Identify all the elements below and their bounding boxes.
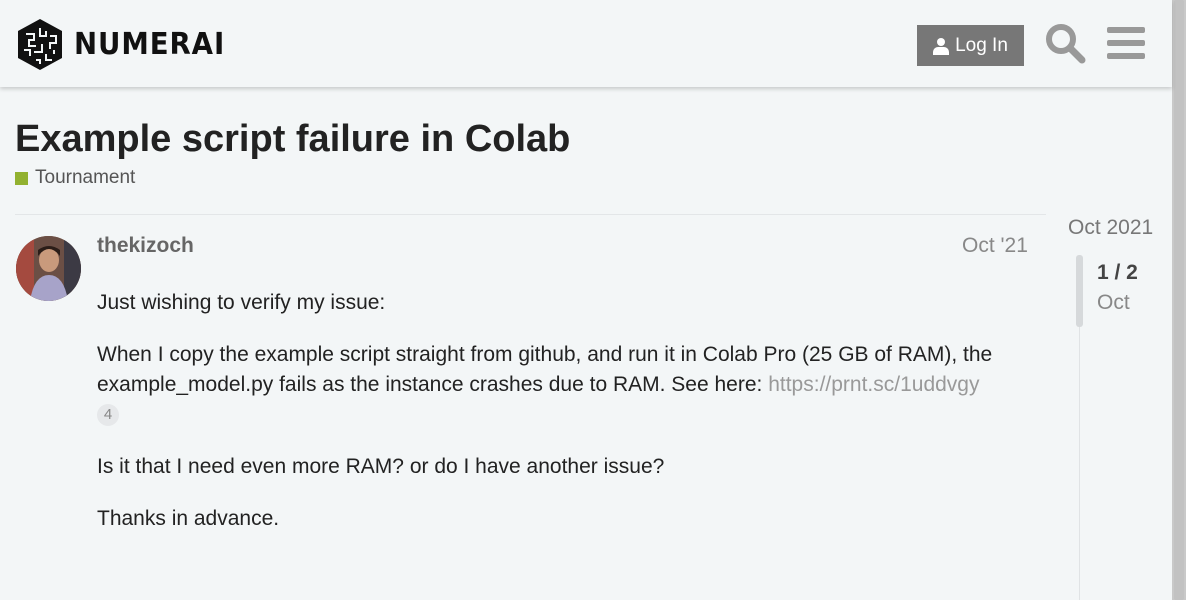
scrollbar-thumb[interactable] bbox=[1174, 0, 1184, 600]
category-badge[interactable]: Tournament bbox=[15, 167, 135, 189]
search-icon[interactable] bbox=[1044, 22, 1086, 64]
category-label: Tournament bbox=[35, 167, 136, 188]
page-scrollbar[interactable] bbox=[1172, 0, 1186, 600]
post-paragraph: When I copy the example script straight … bbox=[97, 340, 1037, 430]
timeline-handle[interactable] bbox=[1076, 255, 1083, 327]
numerai-logo[interactable]: NUMERAI bbox=[16, 18, 238, 71]
hamburger-menu-icon[interactable] bbox=[1107, 25, 1145, 61]
timeline-position: 1 / 2 bbox=[1097, 261, 1138, 284]
post-paragraph: Thanks in advance. bbox=[97, 507, 280, 530]
topic-divider bbox=[15, 214, 1046, 215]
numerai-logo-icon bbox=[18, 19, 62, 70]
timeline-start-date[interactable]: Oct 2021 bbox=[1068, 216, 1153, 240]
login-button[interactable]: Log In bbox=[917, 25, 1024, 66]
post-date[interactable]: Oct '21 bbox=[962, 234, 1028, 258]
site-header: NUMERAI Log In bbox=[0, 0, 1172, 87]
avatar-image bbox=[16, 236, 81, 301]
user-avatar[interactable] bbox=[16, 236, 81, 301]
link-click-count: 4 bbox=[97, 404, 119, 427]
post-username[interactable]: thekizoch bbox=[97, 234, 194, 258]
category-color-swatch bbox=[15, 171, 28, 185]
external-link[interactable]: https://prnt.sc/1uddvgy bbox=[768, 373, 979, 396]
topic-title[interactable]: Example script failure in Colab bbox=[15, 118, 570, 161]
post-paragraph: Just wishing to verify my issue: bbox=[97, 291, 386, 314]
post-paragraph: Is it that I need even more RAM? or do I… bbox=[97, 455, 665, 478]
login-label: Log In bbox=[955, 34, 1008, 56]
timeline-month: Oct bbox=[1097, 291, 1130, 314]
brand-name: NUMERAI bbox=[74, 27, 226, 62]
post-body: Just wishing to verify my issue: When I … bbox=[97, 288, 1037, 556]
user-icon bbox=[933, 37, 950, 55]
